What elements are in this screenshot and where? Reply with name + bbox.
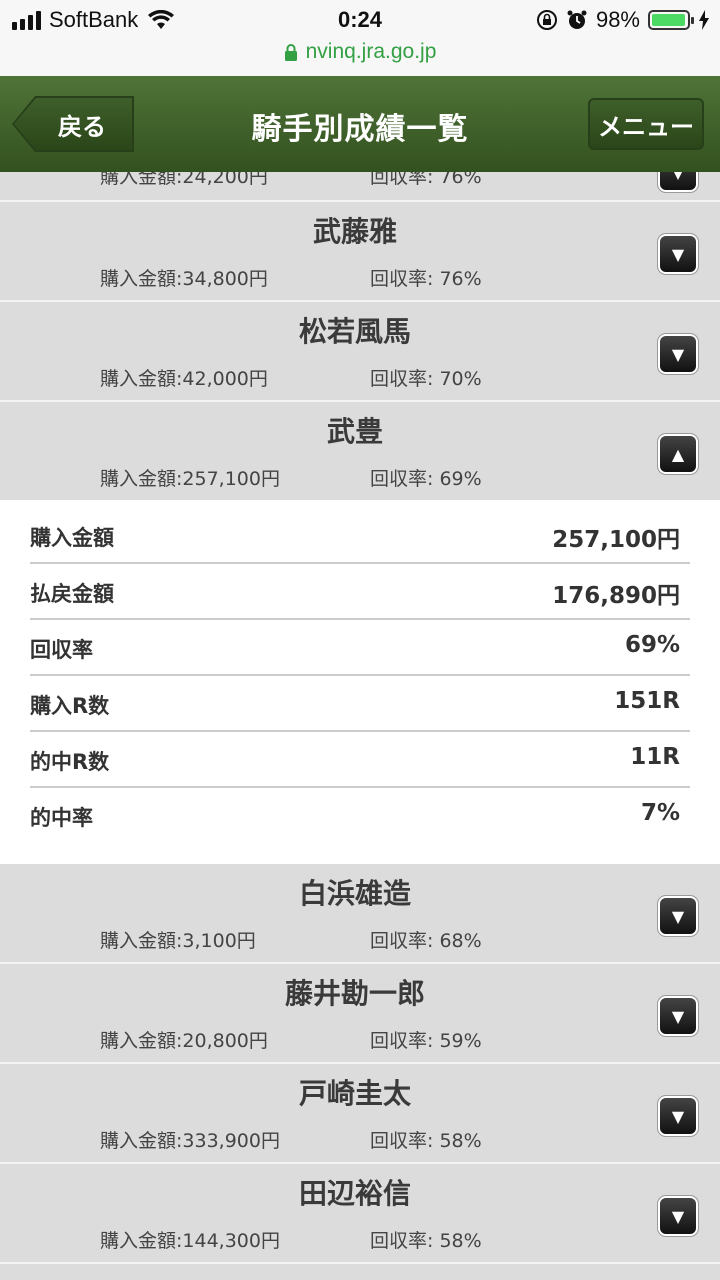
jockey-row[interactable]: 白浜雄造 購入金額:3,100円 回収率: 68% ▼ (0, 864, 720, 964)
detail-value: 176,890円 (552, 583, 680, 609)
return-rate: 回収率: 70% (370, 368, 482, 390)
jockey-name: 武豊 (326, 415, 383, 448)
purchase-amount: 購入金額:20,800円 (100, 1030, 268, 1052)
chevron-down-icon[interactable]: ▼ (660, 1198, 696, 1234)
lock-icon (284, 43, 297, 61)
jockey-list: 購入金額:24,200円 回収率: 76% ▼ 武藤雅 購入金額:34,800円… (0, 172, 720, 1264)
purchase-amount: 購入金額:257,100円 (100, 468, 280, 490)
detail-value: 11R (630, 744, 680, 770)
jockey-name: 松若風馬 (298, 315, 411, 348)
detail-value: 7% (640, 800, 680, 826)
detail-value: 151R (614, 688, 680, 714)
status-bar: SoftBank 0:24 98% (0, 0, 720, 40)
detail-row: 的中率 7% (30, 788, 690, 844)
return-rate: 回収率: 58% (370, 1230, 482, 1252)
chevron-up-icon[interactable]: ▲ (660, 436, 696, 472)
return-rate: 回収率: 68% (370, 930, 482, 952)
purchase-amount: 購入金額:24,200円 (100, 172, 268, 188)
jockey-name: 田辺裕信 (298, 1177, 411, 1210)
detail-row: 回収率 69% (30, 620, 690, 676)
detail-row: 購入R数 151R (30, 676, 690, 732)
purchase-amount: 購入金額:34,800円 (100, 268, 268, 290)
return-rate: 回収率: 76% (370, 268, 482, 290)
return-rate: 回収率: 69% (370, 468, 482, 490)
purchase-amount: 購入金額:42,000円 (100, 368, 268, 390)
jockey-row[interactable]: 戸崎圭太 購入金額:333,900円 回収率: 58% ▼ (0, 1064, 720, 1164)
charging-icon (699, 10, 709, 30)
detail-row: 購入金額 257,100円 (30, 508, 690, 564)
detail-label: 購入金額 (30, 526, 114, 550)
chevron-down-icon[interactable]: ▼ (660, 172, 696, 190)
purchase-amount: 購入金額:333,900円 (100, 1130, 280, 1152)
jockey-row[interactable]: 購入金額:24,200円 回収率: 76% ▼ (0, 172, 720, 202)
chevron-down-icon[interactable]: ▼ (660, 336, 696, 372)
jockey-detail-panel: 購入金額 257,100円 払戻金額 176,890円 回収率 69% 購入R数… (0, 500, 720, 864)
rotation-lock-icon (536, 10, 557, 30)
detail-label: 回収率 (30, 638, 93, 662)
battery-percent: 98% (595, 7, 640, 32)
detail-label: 的中R数 (30, 750, 110, 774)
detail-row: 的中R数 11R (30, 732, 690, 788)
chevron-down-icon[interactable]: ▼ (660, 898, 696, 934)
jockey-row[interactable]: 藤井勘一郎 購入金額:20,800円 回収率: 59% ▼ (0, 964, 720, 1064)
app-header: 戻る 騎手別成績一覧 メニュー (0, 76, 720, 174)
jockey-row[interactable]: 田辺裕信 購入金額:144,300円 回収率: 58% ▼ (0, 1164, 720, 1264)
alarm-icon (567, 10, 587, 29)
chevron-down-icon[interactable]: ▼ (660, 236, 696, 272)
url-text: nvinq.jra.go.jp (305, 40, 437, 63)
detail-label: 払戻金額 (30, 582, 114, 606)
jockey-name: 戸崎圭太 (298, 1077, 411, 1110)
purchase-amount: 購入金額:3,100円 (100, 930, 256, 952)
jockey-row[interactable]: 武藤雅 購入金額:34,800円 回収率: 76% ▼ (0, 202, 720, 302)
detail-row: 払戻金額 176,890円 (30, 564, 690, 620)
return-rate: 回収率: 59% (370, 1030, 482, 1052)
jockey-name: 藤井勘一郎 (284, 977, 425, 1010)
return-rate: 回収率: 58% (370, 1130, 482, 1152)
url-bar[interactable]: nvinq.jra.go.jp (0, 40, 720, 76)
jockey-row-expanded[interactable]: 武豊 購入金額:257,100円 回収率: 69% ▲ (0, 402, 720, 500)
detail-value: 69% (624, 632, 680, 658)
detail-label: 的中率 (30, 806, 93, 830)
purchase-amount: 購入金額:144,300円 (100, 1230, 280, 1252)
chevron-down-icon[interactable]: ▼ (660, 1098, 696, 1134)
detail-value: 257,100円 (552, 527, 680, 553)
jockey-row[interactable]: 松若風馬 購入金額:42,000円 回収率: 70% ▼ (0, 302, 720, 402)
jockey-name: 白浜雄造 (298, 877, 411, 910)
menu-button[interactable]: メニュー (588, 98, 704, 150)
return-rate: 回収率: 76% (370, 172, 482, 188)
detail-label: 購入R数 (30, 694, 110, 718)
jockey-name: 武藤雅 (312, 215, 397, 248)
battery-icon (648, 10, 694, 30)
chevron-down-icon[interactable]: ▼ (660, 998, 696, 1034)
